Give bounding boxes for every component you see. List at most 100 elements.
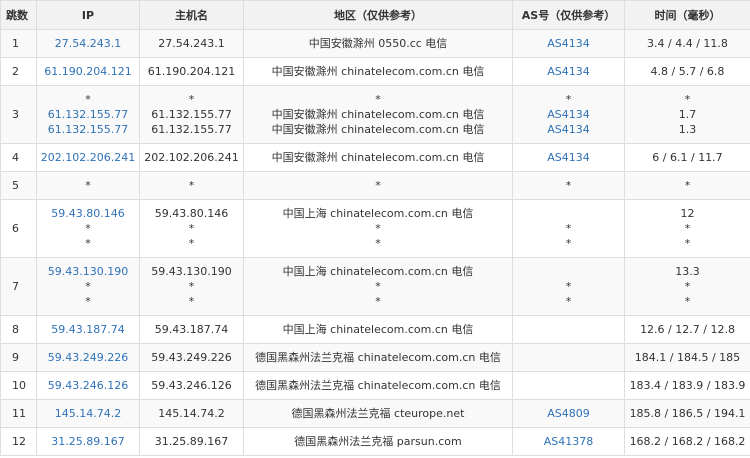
as-value: * [565, 295, 572, 308]
time-value: 13.3 [675, 265, 700, 278]
region-value: * [375, 179, 381, 192]
region-value: * [375, 93, 381, 106]
as-value[interactable]: AS4134 [514, 122, 624, 137]
header-ip: IP [36, 0, 140, 30]
cell-ip: 59.43.249.226 [36, 343, 140, 372]
cell-as [512, 343, 625, 372]
table-row: 6 59.43.80.146 * * 59.43.80.146 * * 中国上海 chinat… [0, 199, 750, 258]
ip-value: * [85, 295, 91, 308]
cell-as: * [512, 171, 625, 200]
ip-value[interactable]: 61.132.155.77 [38, 107, 139, 122]
time-value: 4.8 / 5.7 / 6.8 [650, 65, 725, 78]
time-value: * [684, 237, 691, 250]
time-value: 3.4 / 4.4 / 11.8 [647, 37, 728, 50]
region-value: 中国安徽滁州 chinatelecom.com.cn 电信 [271, 65, 485, 78]
time-value: 12.6 / 12.7 / 12.8 [640, 323, 735, 336]
header-as: AS号（仅供参考） [512, 0, 625, 30]
cell-time: 183.4 / 183.9 / 183.9 [624, 371, 750, 400]
cell-hostname: 59.43.246.126 [139, 371, 244, 400]
as-value[interactable]: AS4809 [514, 406, 624, 421]
table-row: 2 61.190.204.121 61.190.204.121 中国安徽滁州 chin… [0, 57, 750, 86]
ip-value[interactable]: 145.14.74.2 [38, 406, 139, 421]
ip-value[interactable]: 61.190.204.121 [38, 64, 139, 79]
host-value: 59.43.130.190 [151, 265, 232, 278]
time-value: 185.8 / 186.5 / 194.1 [629, 407, 746, 420]
as-value[interactable]: AS4134 [514, 36, 624, 51]
as-value: * [565, 280, 572, 293]
time-value: * [684, 179, 691, 192]
region-value: 德国黑森州法兰克福 chinatelecom.com.cn 电信 [255, 351, 501, 364]
region-value: 中国安徽滁州 chinatelecom.com.cn 电信 [271, 151, 485, 164]
cell-hostname: * 61.132.155.77 61.132.155.77 [139, 85, 244, 144]
time-value: 12 [680, 207, 695, 220]
host-value: * [188, 179, 195, 192]
cell-as: * AS4134 AS4134 [512, 85, 625, 144]
ip-value[interactable]: 61.132.155.77 [38, 122, 139, 137]
table-row: 12 31.25.89.167 31.25.89.167 德国黑森州法兰克福 pars… [0, 427, 750, 456]
cell-ip: 202.102.206.241 [36, 143, 140, 172]
cell-region: 德国黑森州法兰克福 cteurope.net [243, 399, 513, 428]
cell-hop: 4 [0, 143, 37, 172]
cell-hostname: 202.102.206.241 [139, 143, 244, 172]
cell-region: 中国安徽滁州 0550.cc 电信 [243, 29, 513, 58]
cell-hop: 1 [0, 29, 37, 58]
cell-region: * [243, 171, 513, 200]
cell-ip: * [36, 171, 140, 200]
ip-value[interactable]: 59.43.187.74 [38, 322, 139, 337]
ip-value[interactable]: 59.43.80.146 [38, 206, 139, 221]
as-value: * [565, 93, 572, 106]
cell-as: AS4134 [512, 57, 625, 86]
cell-ip: 61.190.204.121 [36, 57, 140, 86]
as-value [514, 378, 624, 393]
cell-region: 中国上海 chinatelecom.com.cn 电信 * * [243, 199, 513, 258]
cell-hop: 11 [0, 399, 37, 428]
header-hostname: 主机名 [139, 0, 244, 30]
as-value[interactable]: AS4134 [514, 64, 624, 79]
region-value: 德国黑森州法兰克福 parsun.com [294, 435, 462, 448]
cell-ip: 31.25.89.167 [36, 427, 140, 456]
cell-hop: 8 [0, 315, 37, 344]
cell-time: 184.1 / 184.5 / 185 [624, 343, 750, 372]
cell-region: 中国安徽滁州 chinatelecom.com.cn 电信 [243, 143, 513, 172]
region-value: 德国黑森州法兰克福 chinatelecom.com.cn 电信 [255, 379, 501, 392]
region-value: 中国安徽滁州 chinatelecom.com.cn 电信 [271, 108, 485, 121]
time-value: * [684, 295, 691, 308]
cell-region: 中国上海 chinatelecom.com.cn 电信 [243, 315, 513, 344]
as-value [514, 350, 624, 365]
host-value: * [188, 93, 195, 106]
host-value: 31.25.89.167 [154, 435, 229, 448]
as-value [514, 264, 624, 279]
as-value[interactable]: AS4134 [514, 107, 624, 122]
region-value: * [375, 280, 381, 293]
cell-hop: 5 [0, 171, 37, 200]
cell-as: AS4134 [512, 29, 625, 58]
region-value: 中国上海 chinatelecom.com.cn 电信 [282, 265, 474, 278]
table-header-row: 跳数 IP 主机名 地区（仅供参考） AS号（仅供参考） 时间（毫秒） [0, 0, 750, 30]
header-region: 地区（仅供参考） [243, 0, 513, 30]
cell-as: AS4809 [512, 399, 625, 428]
cell-time: 4.8 / 5.7 / 6.8 [624, 57, 750, 86]
region-value: 中国安徽滁州 0550.cc 电信 [308, 37, 448, 50]
as-value[interactable]: AS4134 [514, 150, 624, 165]
as-value: * [565, 237, 572, 250]
ip-value[interactable]: 59.43.246.126 [38, 378, 139, 393]
cell-time: 185.8 / 186.5 / 194.1 [624, 399, 750, 428]
cell-as: * * [512, 199, 625, 258]
ip-value[interactable]: 202.102.206.241 [38, 150, 139, 165]
table-row: 7 59.43.130.190 * * 59.43.130.190 * * 中国上海 chin… [0, 257, 750, 316]
ip-value: * [85, 222, 91, 235]
table-row: 10 59.43.246.126 59.43.246.126 德国黑森州法兰克福 ch… [0, 371, 750, 400]
as-value[interactable]: AS41378 [514, 434, 624, 449]
cell-as [512, 371, 625, 400]
cell-as: AS41378 [512, 427, 625, 456]
as-value: * [565, 179, 572, 192]
table-row: 3 * 61.132.155.77 61.132.155.77 * 61.132.155.… [0, 85, 750, 144]
ip-value[interactable]: 59.43.249.226 [38, 350, 139, 365]
cell-hostname: 61.190.204.121 [139, 57, 244, 86]
time-value: 183.4 / 183.9 / 183.9 [629, 379, 746, 392]
ip-value[interactable]: 27.54.243.1 [38, 36, 139, 51]
ip-value[interactable]: 31.25.89.167 [38, 434, 139, 449]
ip-value: * [85, 280, 91, 293]
ip-value[interactable]: 59.43.130.190 [38, 264, 139, 279]
host-value: 59.43.249.226 [151, 351, 232, 364]
